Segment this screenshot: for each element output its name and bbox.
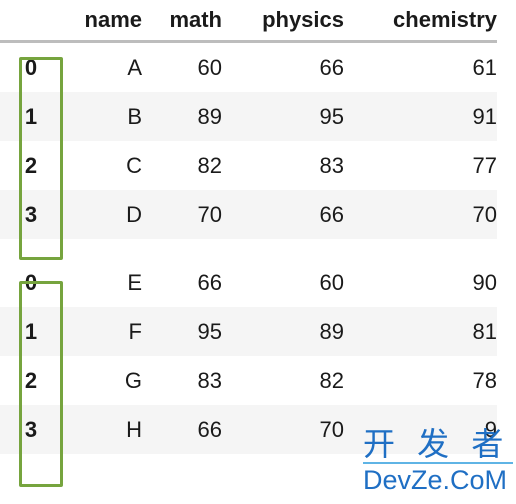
- cell-math: 70: [142, 190, 222, 239]
- cell-name: E: [127, 269, 142, 295]
- cell-math: 89: [142, 92, 222, 141]
- cell-math: 60: [197, 54, 222, 80]
- cell-chemistry: 77: [472, 152, 497, 178]
- watermark-site-text: DevZe.CoM: [363, 465, 508, 495]
- row-index: 3: [0, 190, 62, 239]
- cell-chemistry: 90: [472, 269, 497, 295]
- column-header-math: math: [169, 7, 222, 32]
- row-index: 0: [24, 54, 38, 80]
- table-row: 0 A 60 66 61: [0, 42, 497, 93]
- table-row: 3 D 70 66 70: [0, 190, 497, 239]
- header-row: name math physics chemistry: [0, 0, 497, 42]
- cell-name: B: [62, 92, 142, 141]
- cell-physics: 83: [319, 152, 344, 178]
- cell-name: D: [62, 190, 142, 239]
- table-row: 0 E 66 60 90: [0, 258, 497, 307]
- row-index: 2: [24, 367, 38, 393]
- cell-name: F: [62, 307, 142, 356]
- row-index: 0: [24, 269, 38, 295]
- cell-math: 82: [197, 152, 222, 178]
- cell-physics: 70: [222, 405, 344, 454]
- cell-physics: 60: [319, 269, 344, 295]
- table-row: 1 B 89 95 91: [0, 92, 497, 141]
- table-row: 3 H 66 70 9: [0, 405, 497, 454]
- cell-math: 66: [197, 269, 222, 295]
- row-index: 1: [0, 92, 62, 141]
- cell-chemistry: 61: [472, 54, 497, 80]
- row-index: 3: [0, 405, 62, 454]
- cell-physics: 82: [319, 367, 344, 393]
- cell-chemistry: 81: [344, 307, 497, 356]
- column-header-chemistry: chemistry: [393, 7, 497, 32]
- cell-chemistry: 91: [344, 92, 497, 141]
- dataframe-container: name math physics chemistry 0 A 60 66 61…: [0, 0, 516, 504]
- table-row: 1 F 95 89 81: [0, 307, 497, 356]
- block-separator: [0, 239, 497, 258]
- cell-name: H: [62, 405, 142, 454]
- dataframe-table: name math physics chemistry 0 A 60 66 61…: [0, 0, 497, 454]
- row-index: 2: [24, 152, 38, 178]
- watermark-rule: [363, 462, 513, 464]
- table-header: name math physics chemistry: [0, 0, 497, 42]
- cell-math: 95: [142, 307, 222, 356]
- cell-chemistry: 9: [344, 405, 497, 454]
- cell-physics: 89: [222, 307, 344, 356]
- cell-physics: 95: [222, 92, 344, 141]
- cell-name: G: [124, 367, 142, 393]
- table-row: 2 C 82 83 77: [0, 141, 497, 190]
- cell-name: A: [127, 54, 142, 80]
- column-header-name: name: [84, 7, 142, 32]
- cell-physics: 66: [222, 190, 344, 239]
- cell-chemistry: 78: [472, 367, 497, 393]
- table-body: 0 A 60 66 61 1 B 89 95 91 2 C 82 83 77 3…: [0, 42, 497, 454]
- cell-math: 83: [197, 367, 222, 393]
- cell-name: C: [126, 152, 142, 178]
- table-row: 2 G 83 82 78: [0, 356, 497, 405]
- cell-math: 66: [142, 405, 222, 454]
- row-index: 1: [0, 307, 62, 356]
- column-header-index: [0, 0, 62, 42]
- cell-physics: 66: [319, 54, 344, 80]
- column-header-physics: physics: [262, 7, 344, 32]
- cell-chemistry: 70: [344, 190, 497, 239]
